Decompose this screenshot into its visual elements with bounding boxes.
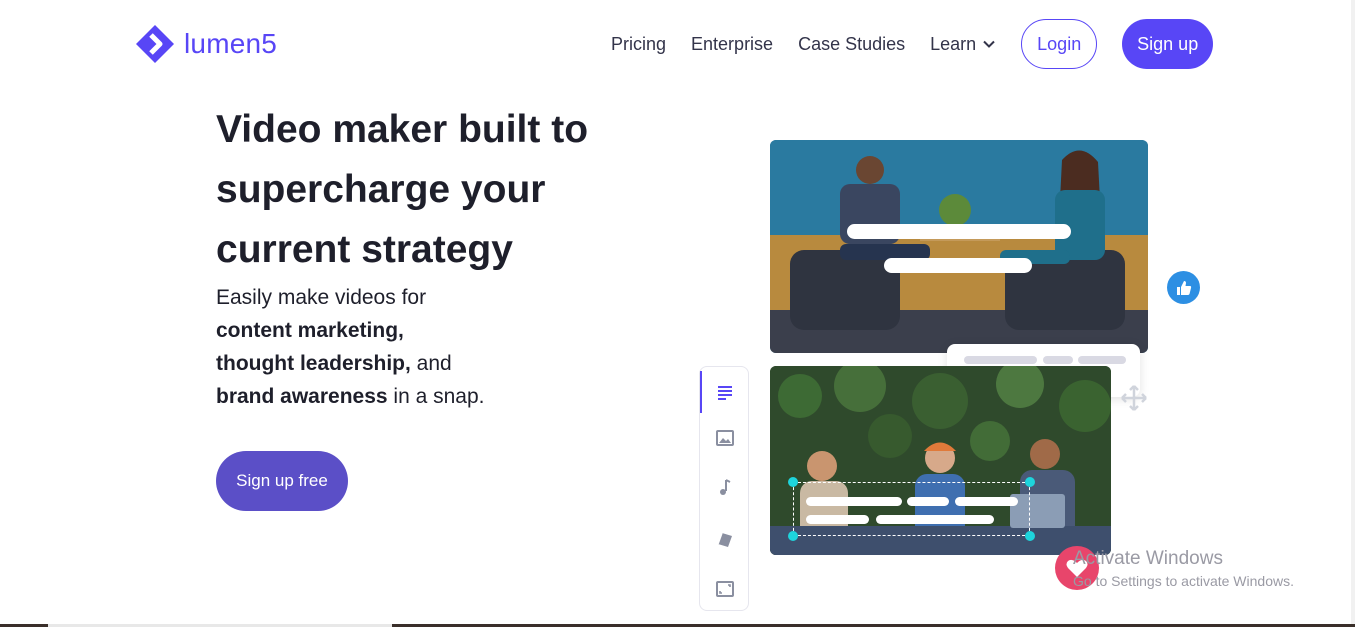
top-nav: Pricing Enterprise Case Studies Learn Lo…	[611, 19, 1214, 69]
page-scrollbar[interactable]	[1351, 0, 1355, 627]
hero-title: Video maker built to supercharge your cu…	[216, 108, 589, 271]
caption-bar-5	[955, 497, 1018, 506]
resize-handle[interactable]	[1025, 477, 1035, 487]
text-placeholder-bar	[964, 356, 1037, 364]
text-icon[interactable]	[714, 381, 736, 403]
thumbs-up-icon	[1167, 271, 1200, 304]
meeting-photo	[770, 140, 1148, 353]
nav-learn-label: Learn	[930, 33, 977, 54]
caption-bar-7	[876, 515, 994, 524]
signup-free-button[interactable]: Sign up free	[216, 451, 348, 511]
text-placeholder-bar	[1078, 356, 1126, 364]
caption-bar-2	[884, 258, 1032, 273]
caption-bar-3	[806, 497, 902, 506]
resize-handle[interactable]	[788, 477, 798, 487]
style-icon[interactable]	[714, 528, 736, 550]
caption-bar-1	[847, 224, 1071, 239]
meeting-photo-art	[770, 140, 1148, 353]
activate-windows-title: Activate Windows	[1073, 548, 1223, 569]
hero-sub-item2: thought leadership,	[216, 352, 411, 375]
hero-sub-item3-tail: in a snap.	[387, 385, 485, 408]
text-selection-box[interactable]	[793, 482, 1030, 536]
login-button[interactable]: Login	[1021, 19, 1098, 69]
hero-subtitle: Easily make videos for content marketing…	[216, 281, 485, 413]
lumen5-logo[interactable]: lumen5	[134, 23, 277, 65]
hero-sub-item1: content marketing,	[216, 319, 404, 342]
hero-sub-intro: Easily make videos for	[216, 286, 427, 309]
editor-sidebar	[699, 366, 749, 611]
active-tab-indicator	[700, 371, 702, 413]
nav-enterprise[interactable]: Enterprise	[691, 34, 773, 55]
resize-handle[interactable]	[788, 531, 798, 541]
resize-handle[interactable]	[1025, 531, 1035, 541]
hero-sub-item2-tail: and	[410, 352, 452, 375]
nav-case-studies[interactable]: Case Studies	[798, 34, 905, 55]
nav-pricing[interactable]: Pricing	[611, 34, 666, 55]
chevron-down-icon	[983, 40, 995, 48]
signup-button[interactable]: Sign up	[1122, 19, 1214, 69]
hero-sub-item3: brand awareness	[216, 385, 388, 408]
caption-bar-4	[907, 497, 949, 506]
nav-learn[interactable]: Learn	[930, 34, 996, 55]
move-icon[interactable]	[1120, 384, 1148, 412]
lumen5-logo-icon	[136, 25, 174, 63]
format-icon[interactable]	[714, 578, 736, 600]
image-icon[interactable]	[714, 427, 736, 449]
text-placeholder-bar	[1043, 356, 1073, 364]
caption-bar-6	[806, 515, 869, 524]
music-icon[interactable]	[714, 477, 736, 499]
activate-windows-subtitle: Go to Settings to activate Windows.	[1073, 573, 1294, 589]
brand-name: lumen5	[184, 28, 278, 59]
